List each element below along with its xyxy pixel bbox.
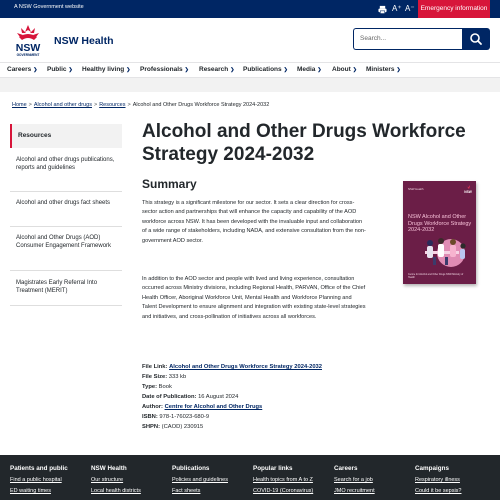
date-label: Date of Publication: (142, 394, 197, 400)
isbn-value: 978-1-76023-680-9 (159, 414, 210, 420)
footer-column-patients: Patients and public Find a public hospit… (10, 465, 90, 494)
chevron-down-icon: ❯ (230, 67, 235, 73)
file-size-value: 333 kb (168, 374, 187, 380)
search-input[interactable]: Search... (353, 28, 463, 50)
footer-link[interactable]: Health topics from A to Z (253, 477, 333, 483)
sidebar-item-fact-sheets[interactable]: Alcohol and other drugs fact sheets (10, 192, 122, 227)
author-label: Author: (142, 404, 163, 410)
cover-title: NSW Alcohol and Other Drugs Workforce St… (408, 214, 472, 234)
footer-column-campaigns: Campaigns Respiratory illness Could it b… (415, 465, 495, 494)
sidebar-item-resources[interactable]: Resources (10, 124, 122, 148)
search-button[interactable] (462, 28, 490, 50)
breadcrumb-alcohol-and-other-drugs[interactable]: Alcohol and other drugs (34, 102, 92, 108)
chevron-down-icon: ❯ (352, 67, 357, 73)
cover-top-text: NSW Health (408, 187, 424, 191)
chevron-down-icon: ❯ (396, 67, 401, 73)
breadcrumb-separator: > (127, 102, 131, 108)
publication-cover-image[interactable]: NSW Health NSW NSW Alcohol and Other Dru… (403, 181, 476, 284)
footer-heading: Popular links (253, 465, 293, 472)
sidebar-item-merit[interactable]: Magistrates Early Referral Into Treatmen… (10, 271, 122, 306)
file-link[interactable]: Alcohol and Other Drugs Workforce Strate… (169, 364, 322, 370)
chevron-down-icon: ❯ (317, 67, 322, 73)
footer-link[interactable]: Search for a job (334, 477, 414, 483)
shpn-label: SHPN: (142, 424, 161, 430)
government-website-text: A NSW Government website (14, 4, 84, 10)
breadcrumb-separator: > (93, 102, 98, 108)
footer-link[interactable]: Policies and guidelines (172, 477, 252, 483)
footer-link[interactable]: Respiratory illness (415, 477, 495, 483)
chevron-down-icon: ❯ (283, 67, 288, 73)
footer-link[interactable]: Fact sheets (172, 488, 252, 494)
nav-item-careers[interactable]: Careers ❯ (7, 66, 37, 73)
summary-heading: Summary (142, 177, 197, 191)
site-brand[interactable]: NSW Health (54, 35, 114, 47)
search-icon (470, 33, 482, 45)
footer-link[interactable]: Find a public hospital (10, 477, 90, 483)
file-link-label: File Link: (142, 364, 168, 370)
footer-link[interactable]: JMO recruitment (334, 488, 414, 494)
main-navigation: Careers ❯ Public ❯ Healthy living ❯ Profess… (0, 62, 500, 78)
footer-column-careers: Careers Search for a job JMO recruitment (334, 465, 414, 494)
footer-link[interactable]: Could it be sepsis? (415, 488, 495, 494)
nav-item-healthy-living[interactable]: Healthy living ❯ (82, 66, 130, 73)
logo-subtext: GOVERNMENT (17, 53, 40, 57)
type-value: Book (158, 384, 172, 390)
isbn-label: ISBN: (142, 414, 158, 420)
footer-heading: Patients and public (10, 465, 68, 472)
sidebar-item-publications[interactable]: Alcohol and other drugs publications, re… (10, 148, 122, 192)
banner-strip (0, 78, 500, 92)
chevron-down-icon: ❯ (184, 67, 189, 73)
emergency-information-button[interactable]: Emergency information (418, 0, 490, 18)
breadcrumb-current: Alcohol and Other Drugs Workforce Strate… (132, 102, 270, 108)
footer-heading: Campaigns (415, 465, 449, 472)
publication-details: File Link: Alcohol and Other Drugs Workf… (142, 362, 382, 432)
footer-column-publications: Publications Policies and guidelines Fac… (172, 465, 252, 494)
date-value: 16 August 2024 (198, 394, 239, 400)
page-title: Alcohol and Other Drugs Workforce Strate… (142, 121, 466, 165)
footer-heading: NSW Health (91, 465, 127, 472)
footer-link[interactable]: ED waiting times (10, 488, 90, 494)
sidebar-item-consumer-engagement[interactable]: Alcohol and Other Drugs (AOD) Consumer E… (10, 227, 122, 271)
print-icon[interactable] (378, 2, 387, 19)
site-footer: Patients and public Find a public hospit… (0, 455, 500, 500)
footer-heading: Careers (334, 465, 358, 472)
increase-font-button[interactable]: A⁺ (392, 2, 402, 16)
breadcrumb-home[interactable]: Home (12, 102, 27, 108)
footer-heading: Publications (172, 465, 210, 472)
footer-link[interactable]: COVID-19 (Coronavirus) (253, 488, 333, 494)
file-size-label: File Size: (142, 374, 168, 380)
breadcrumb-resources[interactable]: Resources (99, 102, 125, 108)
chevron-down-icon: ❯ (68, 67, 73, 73)
decrease-font-button[interactable]: A⁻ (405, 2, 415, 16)
author-link[interactable]: Centre for Alcohol and Other Drugs (165, 404, 263, 410)
sidebar-navigation: Resources Alcohol and other drugs public… (10, 124, 122, 306)
nav-item-publications[interactable]: Publications ❯ (243, 66, 288, 73)
summary-paragraph-2: In addition to the AOD sector and people… (142, 276, 366, 320)
summary-paragraph-1: This strategy is a significant milestone… (142, 200, 366, 244)
shpn-value: (CAOD) 230915 (161, 424, 204, 430)
site-header: NSW GOVERNMENT NSW Health Search... (0, 18, 500, 62)
breadcrumb-separator: > (28, 102, 32, 108)
footer-column-popular-links: Popular links Health topics from A to Z … (253, 465, 333, 494)
government-bar: A NSW Government website A⁺ A⁻ Emergency… (0, 0, 500, 18)
nav-item-research[interactable]: Research ❯ (199, 66, 234, 73)
cover-logo-text: NSW (464, 190, 471, 194)
nav-item-public[interactable]: Public ❯ (47, 66, 73, 73)
chevron-down-icon: ❯ (33, 67, 38, 73)
nav-item-about[interactable]: About ❯ (332, 66, 357, 73)
footer-link[interactable]: Our structure (91, 477, 171, 483)
chevron-down-icon: ❯ (126, 67, 131, 73)
nav-item-professionals[interactable]: Professionals ❯ (140, 66, 189, 73)
footer-link[interactable]: Local health districts (91, 488, 171, 494)
cover-subtitle: Centre for Alcohol and Other Drugs NSW M… (408, 273, 464, 279)
nav-item-ministers[interactable]: Ministers ❯ (366, 66, 401, 73)
breadcrumb: Home > Alcohol and other drugs > Resources > A… (12, 102, 269, 108)
nsw-government-logo[interactable]: NSW GOVERNMENT (10, 23, 46, 61)
footer-column-nsw-health: NSW Health Our structure Local health di… (91, 465, 171, 494)
nav-item-media[interactable]: Media ❯ (297, 66, 322, 73)
type-label: Type: (142, 384, 158, 390)
